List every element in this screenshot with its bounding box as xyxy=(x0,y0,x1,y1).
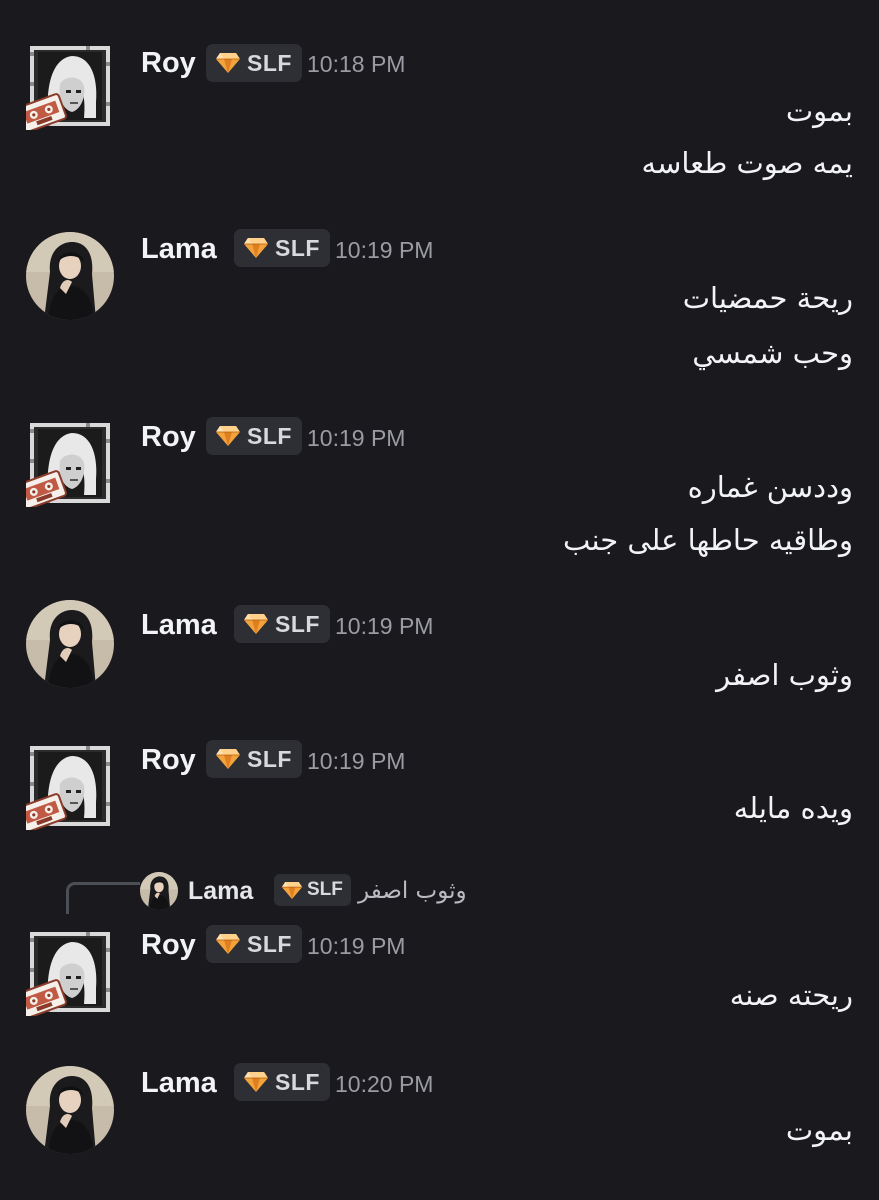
reply-author[interactable]: Lama xyxy=(188,875,253,907)
tag-label: SLF xyxy=(247,745,292,772)
message-text: وثوب اصفر xyxy=(716,658,853,692)
gem-icon xyxy=(281,881,303,900)
author-name[interactable]: Roy xyxy=(141,419,196,455)
timestamp: 10:19 PM xyxy=(307,933,406,959)
roy-pixel-avatar-icon[interactable] xyxy=(26,742,114,830)
reply-server-tag[interactable]: SLF xyxy=(274,874,351,906)
server-tag[interactable]: SLF xyxy=(206,44,302,82)
server-tag[interactable]: SLF xyxy=(234,1063,330,1101)
message-text: بموت xyxy=(785,94,853,128)
message-text: ويده مايله xyxy=(733,791,853,825)
reply-connector xyxy=(66,882,140,914)
roy-pixel-avatar-icon[interactable] xyxy=(26,42,114,130)
author-name[interactable]: Lama xyxy=(141,231,217,267)
gem-icon xyxy=(215,52,241,74)
tag-label: SLF xyxy=(247,930,292,957)
server-tag[interactable]: SLF xyxy=(234,605,330,643)
message-text: وحب شمسي xyxy=(692,336,853,370)
gem-icon xyxy=(243,613,269,635)
author-name[interactable]: Lama xyxy=(141,1065,217,1101)
roy-pixel-avatar-icon[interactable] xyxy=(26,928,114,1016)
message-text: بموت xyxy=(785,1113,853,1147)
gem-icon xyxy=(243,237,269,259)
lama-avatar-icon[interactable] xyxy=(26,232,114,320)
message-text: ريحته صنه xyxy=(729,978,853,1012)
roy-pixel-avatar-icon[interactable] xyxy=(26,419,114,507)
author-name[interactable]: Lama xyxy=(141,607,217,643)
message-text: ريحة حمضيات xyxy=(682,281,853,315)
server-tag[interactable]: SLF xyxy=(206,417,302,455)
tag-label: SLF xyxy=(307,879,343,900)
timestamp: 10:19 PM xyxy=(335,237,434,263)
gem-icon xyxy=(215,425,241,447)
message-text: وطاقيه حاطها على جنب xyxy=(562,523,853,557)
timestamp: 10:20 PM xyxy=(335,1071,434,1097)
tag-label: SLF xyxy=(247,422,292,449)
author-name[interactable]: Roy xyxy=(141,742,196,778)
tag-label: SLF xyxy=(275,1068,320,1095)
timestamp: 10:19 PM xyxy=(307,425,406,451)
server-tag[interactable]: SLF xyxy=(206,925,302,963)
timestamp: 10:19 PM xyxy=(335,613,434,639)
lama-avatar-icon[interactable] xyxy=(140,872,178,910)
tag-label: SLF xyxy=(275,610,320,637)
server-tag[interactable]: SLF xyxy=(206,740,302,778)
gem-icon xyxy=(215,748,241,770)
lama-avatar-icon[interactable] xyxy=(26,1066,114,1154)
tag-label: SLF xyxy=(275,234,320,261)
author-name[interactable]: Roy xyxy=(141,45,196,81)
timestamp: 10:19 PM xyxy=(307,748,406,774)
timestamp: 10:18 PM xyxy=(307,51,406,77)
gem-icon xyxy=(215,933,241,955)
tag-label: SLF xyxy=(247,49,292,76)
gem-icon xyxy=(243,1071,269,1093)
reply-preview[interactable]: وثوب اصفر xyxy=(358,874,467,908)
author-name[interactable]: Roy xyxy=(141,927,196,963)
message-text: يمه صوت طعاسه xyxy=(641,146,853,180)
lama-avatar-icon[interactable] xyxy=(26,600,114,688)
message-text: وددسن غماره xyxy=(687,470,853,504)
server-tag[interactable]: SLF xyxy=(234,229,330,267)
